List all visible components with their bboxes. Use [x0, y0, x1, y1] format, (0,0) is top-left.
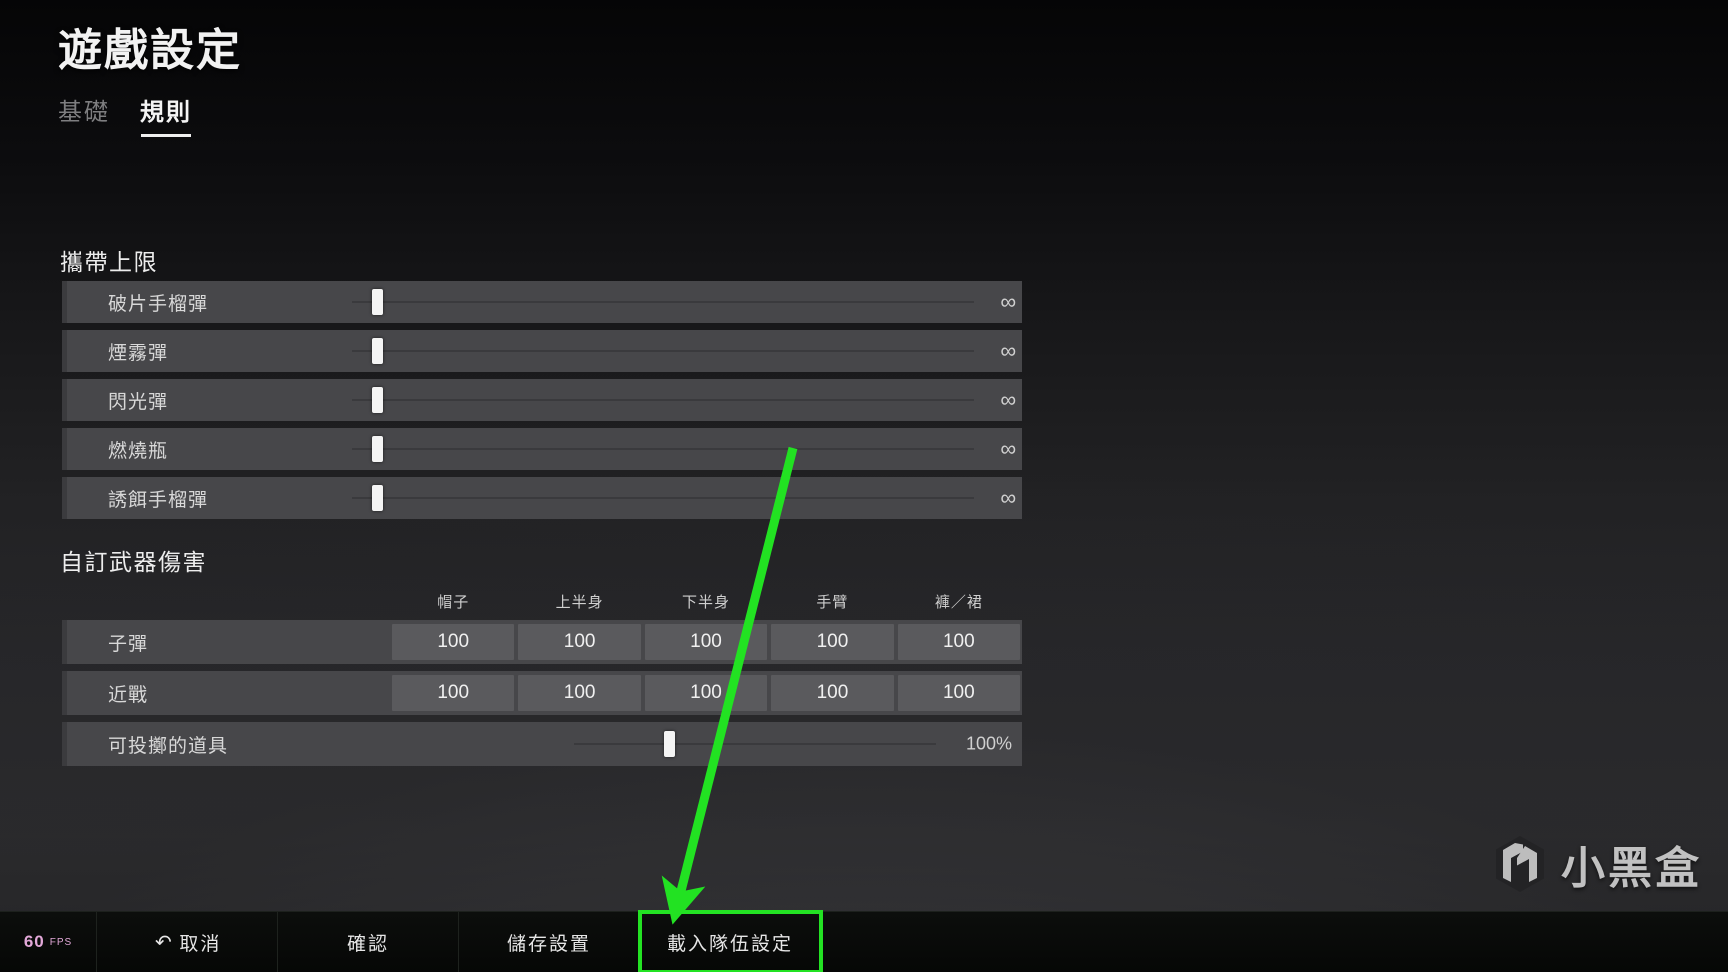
cancel-button[interactable]: ↷ 取消 [97, 912, 278, 972]
fps-counter: 60 FPS [0, 912, 97, 972]
undo-icon: ↷ [152, 931, 172, 954]
tab-basics[interactable]: 基礎 [58, 92, 110, 137]
game-settings-screen: 遊戲設定 基礎 規則 攜帶上限 破片手榴彈 ∞ 煙霧彈 ∞ 閃光彈 ∞ 燃燒瓶 … [0, 0, 1728, 972]
load-squad-settings-button-label: 載入隊伍設定 [666, 933, 793, 955]
damage-cell-bullet-legs[interactable]: 100 [897, 624, 1021, 660]
carry-slider-frag-grenade[interactable]: ∞ [352, 281, 1022, 323]
slider-handle[interactable] [372, 289, 384, 315]
slider-value: ∞ [1000, 289, 1016, 314]
slider-track [352, 448, 974, 450]
slider-handle[interactable] [372, 436, 384, 462]
slider-track [352, 301, 974, 303]
save-settings-button[interactable]: 儲存設置 [459, 912, 640, 972]
damage-row-melee[interactable]: 近戰 100 100 100 100 100 [62, 671, 1022, 715]
carry-slider-smoke-grenade[interactable]: ∞ [352, 330, 1022, 372]
watermark: 小黑盒 [1493, 832, 1702, 896]
carry-slider-decoy-grenade[interactable]: ∞ [352, 477, 1022, 519]
damage-cell-bullet-arms[interactable]: 100 [771, 624, 894, 660]
fps-unit: FPS [49, 936, 73, 948]
slider-value: 100% [965, 733, 1012, 754]
load-squad-settings-button[interactable]: 載入隊伍設定 [638, 910, 823, 972]
section-title-carry-limit: 攜帶上限 [60, 249, 158, 275]
carry-row-frag-grenade[interactable]: 破片手榴彈 ∞ [62, 281, 1022, 323]
carry-row-decoy-grenade[interactable]: 誘餌手榴彈 ∞ [62, 477, 1022, 519]
column-header-legs: 褲／裙 [934, 593, 983, 611]
damage-cell-melee-head[interactable]: 100 [392, 675, 515, 711]
slider-track [352, 350, 974, 352]
bottom-action-bar: 60 FPS ↷ 取消 確認 儲存設置 載入隊伍設定 [0, 910, 1728, 972]
carry-slider-molotov[interactable]: ∞ [352, 428, 1022, 470]
carry-limit-panel: 破片手榴彈 ∞ 煙霧彈 ∞ 閃光彈 ∞ 燃燒瓶 ∞ 誘餌手榴彈 ∞ [62, 281, 1022, 526]
damage-row-throwables[interactable]: 可投擲的道具 100% [62, 722, 1022, 766]
damage-cell-melee-lower-body[interactable]: 100 [644, 675, 768, 711]
damage-table-header: 帽子 上半身 下半身 手臂 褲／裙 [62, 582, 1022, 620]
row-label: 可投擲的道具 [108, 735, 229, 757]
carry-slider-flashbang[interactable]: ∞ [352, 379, 1022, 421]
row-label: 煙霧彈 [108, 342, 169, 364]
row-label: 閃光彈 [108, 391, 169, 413]
carry-row-smoke-grenade[interactable]: 煙霧彈 ∞ [62, 330, 1022, 372]
slider-value: ∞ [1000, 485, 1016, 510]
slider-value: ∞ [1000, 338, 1016, 363]
column-header-head: 帽子 [437, 593, 470, 611]
column-header-arms: 手臂 [816, 593, 849, 611]
damage-cell-melee-legs[interactable]: 100 [897, 675, 1021, 711]
section-title-weapon-damage: 自訂武器傷害 [60, 549, 207, 575]
slider-handle[interactable] [372, 387, 384, 413]
row-label: 子彈 [108, 633, 149, 655]
fps-number: 60 [23, 932, 45, 951]
cancel-button-label: 取消 [179, 933, 222, 955]
xiaoheihe-logo-icon [1496, 836, 1544, 892]
weapon-damage-panel: 帽子 上半身 下半身 手臂 褲／裙 子彈 100 100 100 100 100… [62, 582, 1022, 766]
row-label: 破片手榴彈 [108, 293, 209, 315]
slider-track [574, 743, 936, 745]
damage-cell-melee-upper-body[interactable]: 100 [518, 675, 641, 711]
throwable-damage-slider[interactable]: 100% [390, 723, 1012, 765]
confirm-button-label: 確認 [346, 933, 389, 955]
save-settings-button-label: 儲存設置 [506, 933, 591, 955]
carry-row-flashbang[interactable]: 閃光彈 ∞ [62, 379, 1022, 421]
slider-track [352, 497, 974, 499]
damage-row-bullet[interactable]: 子彈 100 100 100 100 100 [62, 620, 1022, 664]
damage-cell-melee-arms[interactable]: 100 [771, 675, 894, 711]
slider-handle[interactable] [372, 338, 384, 364]
tab-rules[interactable]: 規則 [140, 92, 192, 137]
carry-row-molotov[interactable]: 燃燒瓶 ∞ [62, 428, 1022, 470]
confirm-button[interactable]: 確認 [278, 912, 459, 972]
damage-cell-bullet-upper-body[interactable]: 100 [518, 624, 641, 660]
tab-bar: 基礎 規則 [58, 92, 192, 137]
slider-handle[interactable] [663, 731, 675, 757]
row-label: 燃燒瓶 [108, 440, 169, 462]
slider-value: ∞ [1000, 387, 1016, 412]
damage-cell-bullet-head[interactable]: 100 [392, 624, 515, 660]
slider-handle[interactable] [372, 485, 384, 511]
watermark-text: 小黑盒 [1561, 844, 1702, 893]
page-title: 遊戲設定 [58, 26, 242, 75]
row-label: 近戰 [108, 684, 149, 706]
slider-value: ∞ [1000, 436, 1016, 461]
damage-cell-bullet-lower-body[interactable]: 100 [644, 624, 768, 660]
slider-track [352, 399, 974, 401]
column-header-lower-body: 下半身 [682, 593, 731, 611]
row-label: 誘餌手榴彈 [108, 489, 209, 511]
column-header-upper-body: 上半身 [555, 593, 604, 611]
